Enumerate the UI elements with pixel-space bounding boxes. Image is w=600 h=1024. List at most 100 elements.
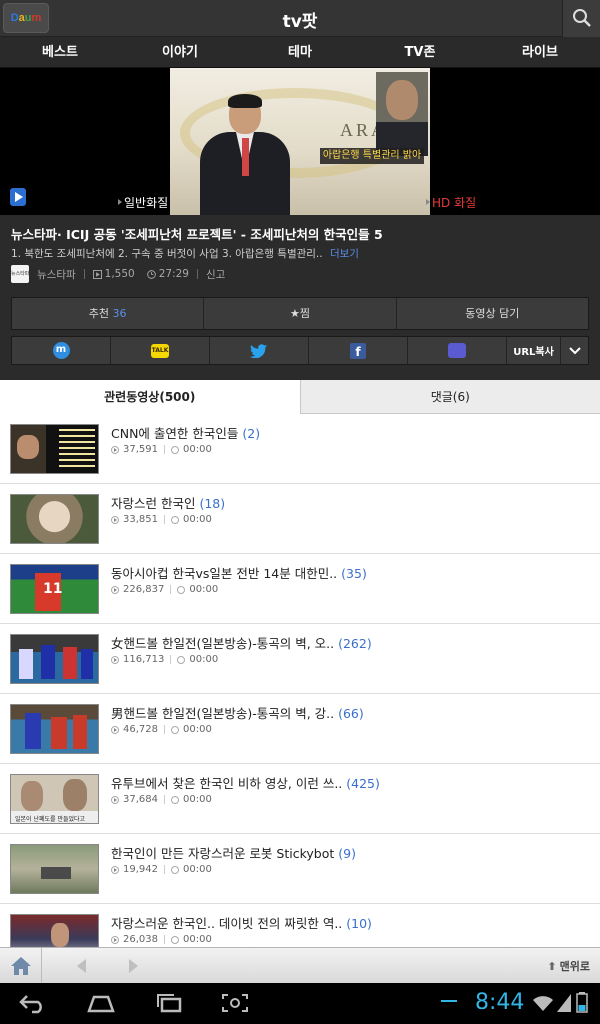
play-count-icon [111, 655, 119, 664]
video-duration: 00:00 [183, 934, 212, 945]
view-count: 46,728 [123, 724, 158, 735]
play-count-icon [111, 585, 119, 594]
play-logo-icon[interactable] [10, 188, 26, 206]
channel-logo[interactable]: 뉴스타파 [11, 265, 29, 283]
video-thumbnail[interactable]: 일본이 난폐도를 만들었다고 [10, 774, 99, 824]
video-title: 유투브에서 찾은 한국인 비하 영상, 이런 쓰.. (425) [111, 776, 380, 791]
video-meta: 226,837 00:00 [111, 584, 218, 595]
video-meta: 116,713 00:00 [111, 654, 218, 665]
favorite-button[interactable]: ★찜 [204, 298, 397, 329]
share-mypeople-button[interactable]: m [12, 337, 111, 364]
recent-apps-icon[interactable] [154, 992, 184, 1014]
share-facebook-button[interactable]: f [309, 337, 408, 364]
facebook-icon: f [350, 342, 366, 359]
view-count: 26,038 [123, 934, 158, 945]
view-count: 37,684 [123, 794, 158, 805]
view-count: 37,591 [123, 444, 158, 455]
share-mail-button[interactable] [408, 337, 507, 364]
mail-icon [448, 343, 466, 358]
channel-name[interactable]: 뉴스타파 [37, 267, 76, 282]
video-description: 1. 북한도 조세피난처에 2. 구속 중 버젓이 사업 3. 아랍은행 특별관… [11, 246, 359, 261]
scroll-to-top-label: 맨위로 [559, 960, 590, 973]
video-thumbnail[interactable] [10, 494, 99, 544]
browser-toolbar: ⬆ 맨위로 [0, 947, 600, 984]
list-item[interactable]: 11 동아시아컵 한국vs일본 전반 14분 대한민.. (35) 226,83… [0, 554, 600, 624]
news-anchor-figure [198, 94, 292, 215]
tab-comments[interactable]: 댓글(6) [300, 380, 600, 414]
nav-live[interactable]: 라이브 [480, 37, 600, 67]
video-player[interactable]: ARAB 아랍은행 특별관리 밝아 일반화질 HD 화질 [0, 68, 600, 215]
tab-related-videos[interactable]: 관련동영상(500) [0, 380, 301, 414]
video-caption: 아랍은행 특별관리 밝아 [320, 148, 424, 164]
screenshot-icon[interactable] [220, 992, 250, 1014]
search-button[interactable] [562, 0, 600, 37]
back-icon[interactable] [18, 992, 48, 1014]
clock-icon [177, 655, 186, 664]
signal-icon [557, 994, 571, 1012]
app-title: tv팟 [282, 12, 318, 32]
nav-theme[interactable]: 테마 [240, 37, 360, 67]
list-item[interactable]: 女핸드볼 한일전(일본방송)-통곡의 벽, 오.. (262) 116,713 … [0, 624, 600, 694]
page: Daum tv팟 베스트 이야기 테마 TV존 라이브 ARAB 아랍은행 특별… [0, 0, 600, 1024]
list-item[interactable]: 일본이 난폐도를 만들었다고 유투브에서 찾은 한국인 비하 영상, 이런 쓰.… [0, 764, 600, 834]
save-video-button[interactable]: 동영상 담기 [397, 298, 588, 329]
clock-icon [171, 935, 179, 944]
nav-best[interactable]: 베스트 [0, 37, 120, 67]
clock-icon [171, 445, 179, 454]
back-arrow-icon[interactable] [77, 959, 86, 973]
description-text: 1. 북한도 조세피난처에 2. 구속 중 버젓이 사업 3. 아랍은행 특별관… [11, 248, 323, 260]
video-thumbnail[interactable] [10, 914, 99, 947]
clock-icon [171, 725, 179, 734]
report-link[interactable]: 신고 [206, 267, 225, 282]
list-item[interactable]: 자랑스러운 한국인.. 데이빗 전의 짜릿한 역.. (10) 26,038 0… [0, 904, 600, 947]
url-copy-button[interactable]: URL복사 [507, 337, 561, 364]
quality-normal-button[interactable]: 일반화질 [117, 194, 168, 211]
video-meta: 33,851 00:00 [111, 514, 212, 525]
list-item[interactable]: 자랑스런 한국인 (18) 33,851 00:00 [0, 484, 600, 554]
share-twitter-button[interactable] [210, 337, 309, 364]
video-thumbnail[interactable]: 11 [10, 564, 99, 614]
mypeople-icon: m [52, 342, 70, 359]
video-meta: 뉴스타파 뉴스타파 1,550 27:29 신고 [11, 265, 225, 283]
recommend-count: 36 [112, 307, 127, 320]
video-meta: 37,684 00:00 [111, 794, 212, 805]
video-thumbnail[interactable]: ARAB 아랍은행 특별관리 밝아 [170, 68, 430, 215]
nav-tvzone[interactable]: TV존 [360, 37, 480, 67]
video-info: 뉴스타파· ICIJ 공동 '조세피난처 프로젝트' - 조세피난처의 한국인들… [0, 215, 600, 380]
action-bar: 추천 36 ★찜 동영상 담기 [11, 297, 589, 330]
more-link[interactable]: 더보기 [330, 248, 359, 260]
share-kakaotalk-button[interactable]: TALK [111, 337, 210, 364]
share-more-button[interactable] [561, 337, 588, 364]
list-item[interactable]: 男핸드볼 한일전(일본방송)-통곡의 벽, 강.. (66) 46,728 00… [0, 694, 600, 764]
play-count-icon [111, 445, 119, 454]
clock-icon [171, 795, 179, 804]
arrow-up-icon: ⬆ [547, 960, 557, 973]
video-duration: 00:00 [183, 514, 212, 525]
video-thumbnail[interactable] [10, 634, 99, 684]
video-title: 女핸드볼 한일전(일본방송)-통곡의 벽, 오.. (262) [111, 636, 372, 651]
view-count: 116,713 [123, 654, 165, 665]
list-item[interactable]: CNN에 출연한 한국인들 (2) 37,591 00:00 [0, 414, 600, 484]
play-count-icon [111, 725, 119, 734]
video-thumbnail[interactable] [10, 424, 99, 474]
quality-hd-button[interactable]: HD 화질 [425, 194, 476, 211]
nav-story[interactable]: 이야기 [120, 37, 240, 67]
scroll-to-top-button[interactable]: ⬆ 맨위로 [547, 958, 590, 974]
clock-icon [146, 269, 156, 279]
home-nav-icon[interactable] [86, 992, 116, 1014]
dash-icon [441, 1000, 457, 1002]
view-count: 33,851 [123, 514, 158, 525]
play-count-icon [111, 865, 119, 874]
video-thumbnail[interactable] [10, 704, 99, 754]
clock-icon [171, 515, 179, 524]
play-count-icon [92, 269, 102, 279]
related-video-list: CNN에 출연한 한국인들 (2) 37,591 00:00 자랑스런 한국인 … [0, 414, 600, 947]
video-duration: 27:29 [158, 268, 189, 280]
home-button[interactable] [0, 948, 42, 984]
forward-arrow-icon[interactable] [129, 959, 138, 973]
recommend-button[interactable]: 추천 36 [12, 298, 205, 329]
list-item[interactable]: 한국인이 만든 자랑스러운 로봇 Stickybot (9) 19,942 00… [0, 834, 600, 904]
video-thumbnail[interactable] [10, 844, 99, 894]
battery-icon [576, 992, 588, 1013]
app-bar: Daum tv팟 [0, 0, 600, 37]
